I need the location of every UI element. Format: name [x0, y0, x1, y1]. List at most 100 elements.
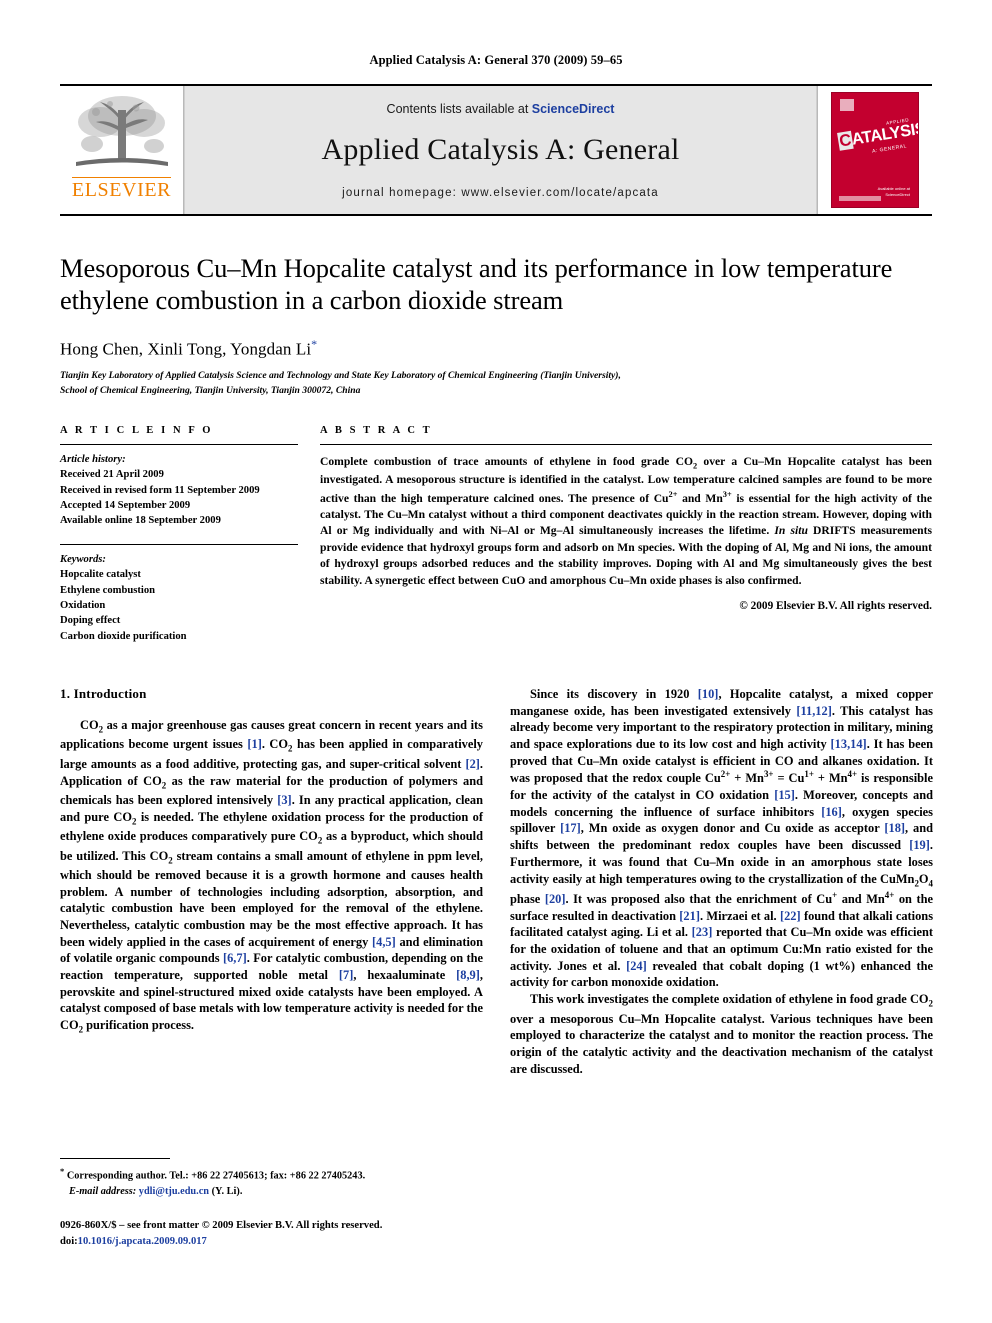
p-seg: stream contains a small amount of ethyle…: [60, 848, 483, 949]
article-info-heading: A R T I C L E I N F O: [60, 425, 214, 437]
abstract-sup: 3+: [722, 489, 732, 499]
corresponding-author-note: * Corresponding author. Tel.: +86 22 274…: [60, 1165, 483, 1199]
citation-link[interactable]: [3]: [277, 793, 291, 807]
p-sup: 4+: [884, 889, 895, 900]
keywords-block: Keywords: Hopcalite catalyst Ethylene co…: [60, 545, 298, 644]
intro-paragraph-right-2: This work investigates the complete oxid…: [510, 991, 933, 1077]
cover-footer: Available online at ScienceDirect: [878, 186, 910, 198]
citation-link[interactable]: [23]: [692, 925, 713, 939]
citation-link[interactable]: [22]: [780, 909, 801, 923]
running-head: Applied Catalysis A: General 370 (2009) …: [369, 53, 623, 67]
p-sup: 2+: [720, 769, 731, 780]
p-seg: CO: [80, 717, 99, 732]
citation-link[interactable]: [19]: [909, 838, 930, 852]
abstract-copyright: © 2009 Elsevier B.V. All rights reserved…: [739, 600, 932, 613]
footnote-rule: [60, 1158, 170, 1159]
p-seg: Since its discovery in 1920: [530, 686, 698, 701]
citation-link[interactable]: [15]: [774, 788, 795, 802]
history-online: Available online 18 September 2009: [60, 515, 221, 527]
article-history: Article history: Received 21 April 2009 …: [60, 445, 298, 529]
citation-link[interactable]: [2]: [465, 757, 479, 771]
citation-link[interactable]: [21]: [679, 909, 700, 923]
sciencedirect-link[interactable]: ScienceDirect: [532, 102, 615, 116]
citation-link[interactable]: [17]: [560, 821, 581, 835]
history-revised: Received in revised form 11 September 20…: [60, 484, 260, 496]
journal-masthead: ELSEVIER Contents lists available at Sci…: [60, 84, 932, 216]
journal-homepage-link[interactable]: journal homepage: www.elsevier.com/locat…: [342, 187, 659, 199]
footnote-corresponding-text: Corresponding author. Tel.: +86 22 27405…: [64, 1170, 366, 1182]
p-seg: O: [918, 871, 929, 886]
cover-bottom-bar: [839, 196, 881, 201]
keyword-item: Ethylene combustion: [60, 584, 156, 596]
abstract-seg: Complete combustion of trace amounts of …: [320, 455, 693, 469]
p-seg: . It was proposed also that the enrichme…: [565, 892, 833, 907]
p-seg: + Mn: [730, 771, 764, 786]
article-history-label: Article history:: [60, 454, 126, 466]
masthead-center: Contents lists available at ScienceDirec…: [184, 86, 817, 214]
history-accepted: Accepted 14 September 2009: [60, 500, 191, 512]
p-sup: 1+: [804, 769, 814, 780]
section-heading-introduction: 1. Introduction: [60, 685, 147, 701]
paper-page: Applied Catalysis A: General 370 (2009) …: [0, 0, 992, 1323]
info-abstract-region: A R T I C L E I N F O Article history: R…: [60, 425, 932, 644]
email-suffix: (Y. Li).: [209, 1185, 243, 1197]
body-column-left: 1. Introduction CO2 as a major greenhous…: [60, 686, 483, 1077]
keyword-item: Doping effect: [60, 615, 121, 627]
journal-cover-container: APPLIED CATALYSIS A: GENERAL Available o…: [817, 86, 932, 214]
p-seg: . Mirzaei et al.: [699, 908, 780, 923]
p-seg: phase: [510, 892, 545, 907]
article-info-column: A R T I C L E I N F O Article history: R…: [60, 425, 298, 644]
p-seg: , Mn oxide as oxygen donor and Cu oxide …: [580, 821, 885, 836]
citation-link[interactable]: [1]: [247, 737, 261, 751]
elsevier-tree-icon: [75, 96, 168, 166]
p-seg: and Mn: [837, 892, 885, 907]
citation-link[interactable]: [7]: [339, 968, 353, 982]
citation-link[interactable]: [18]: [884, 821, 905, 835]
journal-title: Applied Catalysis A: General: [321, 133, 680, 166]
abstract-text: Complete combustion of trace amounts of …: [320, 445, 932, 589]
elsevier-logo: ELSEVIER: [60, 86, 184, 214]
issn-line: 0926-860X/$ – see front matter © 2009 El…: [60, 1220, 383, 1232]
journal-cover-thumbnail[interactable]: APPLIED CATALYSIS A: GENERAL Available o…: [831, 92, 919, 208]
keyword-item: Carbon dioxide purification: [60, 630, 187, 642]
citation-link[interactable]: [13,14]: [831, 737, 867, 751]
doi-line: doi:10.1016/j.apcata.2009.09.017: [60, 1234, 483, 1250]
keyword-item: Oxidation: [60, 599, 106, 611]
title-block: Mesoporous Cu–Mn Hopcalite catalyst and …: [60, 252, 932, 399]
p-seg: + Mn: [813, 771, 848, 786]
citation-link[interactable]: [6,7]: [223, 951, 247, 965]
email-link[interactable]: ydli@tju.edu.cn: [139, 1186, 209, 1197]
affiliation-line-2: School of Chemical Engineering, Tianjin …: [60, 385, 361, 397]
citation-link[interactable]: [24]: [626, 959, 647, 973]
citation-link[interactable]: [8,9]: [456, 968, 480, 982]
abstract-italic: In situ: [774, 524, 808, 538]
keyword-item: Hopcalite catalyst: [60, 569, 141, 581]
keywords-label: Keywords:: [60, 553, 106, 565]
citation-link[interactable]: [4,5]: [372, 935, 396, 949]
affiliation-line-1: Tianjin Key Laboratory of Applied Cataly…: [60, 370, 621, 382]
intro-paragraph-right-1: Since its discovery in 1920 [10], Hopcal…: [510, 686, 933, 991]
citation-link[interactable]: [20]: [545, 892, 566, 906]
abstract-heading: A B S T R A C T: [320, 425, 433, 437]
p-sup: 4+: [847, 769, 858, 780]
contents-prefix: Contents lists available at: [386, 102, 532, 116]
cover-title-rest: ATALYSIS: [850, 119, 919, 149]
author-names: Hong Chen, Xinli Tong, Yongdan Li: [60, 339, 312, 359]
affiliation: Tianjin Key Laboratory of Applied Cataly…: [60, 369, 932, 399]
corresponding-author-marker[interactable]: *: [311, 337, 317, 351]
p-seg: , hexaaluminate: [353, 968, 457, 983]
history-received: Received 21 April 2009: [60, 469, 164, 481]
p-seg: . CO: [261, 737, 289, 752]
p-seg: This work investigates the complete oxid…: [530, 992, 929, 1007]
citation-link[interactable]: [16]: [821, 805, 842, 819]
author-list: Hong Chen, Xinli Tong, Yongdan Li*: [60, 337, 932, 360]
doi-link[interactable]: 10.1016/j.apcata.2009.09.017: [78, 1236, 207, 1247]
abstract-seg: and Mn: [677, 491, 723, 505]
p-sub: 2: [928, 998, 933, 1009]
issn-copyright-block: 0926-860X/$ – see front matter © 2009 El…: [60, 1218, 483, 1250]
p-seg: over a mesoporous Cu–Mn Hopcalite cataly…: [510, 1011, 933, 1076]
citation-link[interactable]: [10]: [698, 687, 719, 701]
p-sub: 4: [928, 877, 933, 888]
citation-link[interactable]: [11,12]: [796, 704, 831, 718]
